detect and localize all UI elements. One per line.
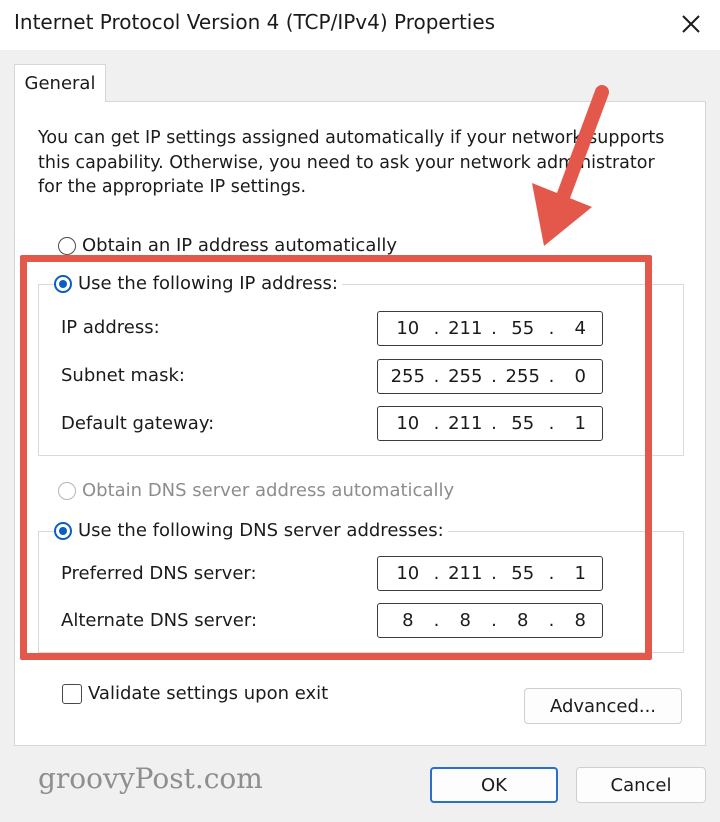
dot: . xyxy=(491,610,497,631)
octet-4: 4 xyxy=(574,318,586,339)
ip-address-label: IP address: xyxy=(61,317,160,338)
octet-1: 255 xyxy=(390,366,425,387)
preferred-dns-label: Preferred DNS server: xyxy=(61,563,257,584)
checkbox-icon xyxy=(62,683,82,704)
alternate-dns-label: Alternate DNS server: xyxy=(61,610,258,631)
advanced-button[interactable]: Advanced... xyxy=(524,688,682,724)
octet-4: 0 xyxy=(574,366,586,387)
watermark: groovyPost.com xyxy=(38,762,263,795)
dot: . xyxy=(433,318,440,339)
subnet-mask-label: Subnet mask: xyxy=(61,365,185,386)
dot: . xyxy=(433,563,440,584)
octet-2: 8 xyxy=(459,610,471,631)
octet-3: 255 xyxy=(505,366,540,387)
octet-2: 255 xyxy=(448,366,483,387)
dot: . xyxy=(491,366,497,387)
radio-icon xyxy=(58,236,76,255)
use-following-ip-radio[interactable]: Use the following IP address: xyxy=(54,273,342,294)
octet-3: 55 xyxy=(511,318,535,339)
ip-address-field[interactable]: 10. 211. 55. 4 xyxy=(377,311,603,346)
description-text: You can get IP settings assigned automat… xyxy=(38,128,665,197)
preferred-dns-field[interactable]: 10. 211. 55. 1 xyxy=(377,556,603,591)
octet-3: 55 xyxy=(511,413,535,434)
default-gateway-field[interactable]: 10. 211. 55. 1 xyxy=(377,406,603,441)
ok-button[interactable]: OK xyxy=(430,767,558,803)
octet-2: 211 xyxy=(448,563,483,584)
use-following-dns-radio[interactable]: Use the following DNS server addresses: xyxy=(54,520,448,541)
obtain-dns-auto-label: Obtain DNS server address automatically xyxy=(82,480,455,501)
octet-2: 211 xyxy=(448,413,483,434)
validate-settings-checkbox[interactable]: Validate settings upon exit xyxy=(62,683,328,704)
subnet-mask-field[interactable]: 255. 255. 255. 0 xyxy=(377,359,603,394)
octet-4: 8 xyxy=(574,610,586,631)
cancel-button[interactable]: Cancel xyxy=(576,767,706,803)
octet-3: 8 xyxy=(517,610,529,631)
dot: . xyxy=(548,563,555,584)
alternate-dns-field[interactable]: 8. 8. 8. 8 xyxy=(377,603,603,638)
tab-general[interactable]: General xyxy=(14,64,106,102)
radio-selected-icon xyxy=(54,521,72,540)
validate-settings-label: Validate settings upon exit xyxy=(88,683,329,704)
octet-2: 211 xyxy=(448,318,483,339)
title-bar: Internet Protocol Version 4 (TCP/IPv4) P… xyxy=(0,0,720,50)
octet-1: 8 xyxy=(402,610,414,631)
octet-4: 1 xyxy=(574,563,586,584)
dot: . xyxy=(433,366,440,387)
close-button[interactable] xyxy=(668,4,714,44)
default-gateway-label: Default gateway: xyxy=(61,413,215,434)
dot: . xyxy=(491,563,497,584)
obtain-ip-auto-radio[interactable]: Obtain an IP address automatically xyxy=(58,235,402,256)
use-following-dns-label: Use the following DNS server addresses: xyxy=(78,520,444,541)
dot: . xyxy=(491,413,497,434)
close-icon xyxy=(682,15,700,33)
obtain-ip-auto-label: Obtain an IP address automatically xyxy=(82,235,398,256)
octet-1: 10 xyxy=(396,563,420,584)
dot: . xyxy=(548,610,555,631)
dot: . xyxy=(548,413,555,434)
dot: . xyxy=(433,413,440,434)
dot: . xyxy=(548,366,555,387)
dot: . xyxy=(433,610,440,631)
dot: . xyxy=(548,318,555,339)
octet-3: 55 xyxy=(511,563,535,584)
dot: . xyxy=(491,318,497,339)
window-title: Internet Protocol Version 4 (TCP/IPv4) P… xyxy=(14,10,496,34)
radio-disabled-icon xyxy=(58,481,76,500)
radio-selected-icon xyxy=(54,274,72,293)
octet-1: 10 xyxy=(396,318,420,339)
use-following-ip-label: Use the following IP address: xyxy=(78,273,338,294)
octet-1: 10 xyxy=(396,413,420,434)
obtain-dns-auto-radio[interactable]: Obtain DNS server address automatically xyxy=(58,480,459,501)
octet-4: 1 xyxy=(574,413,586,434)
